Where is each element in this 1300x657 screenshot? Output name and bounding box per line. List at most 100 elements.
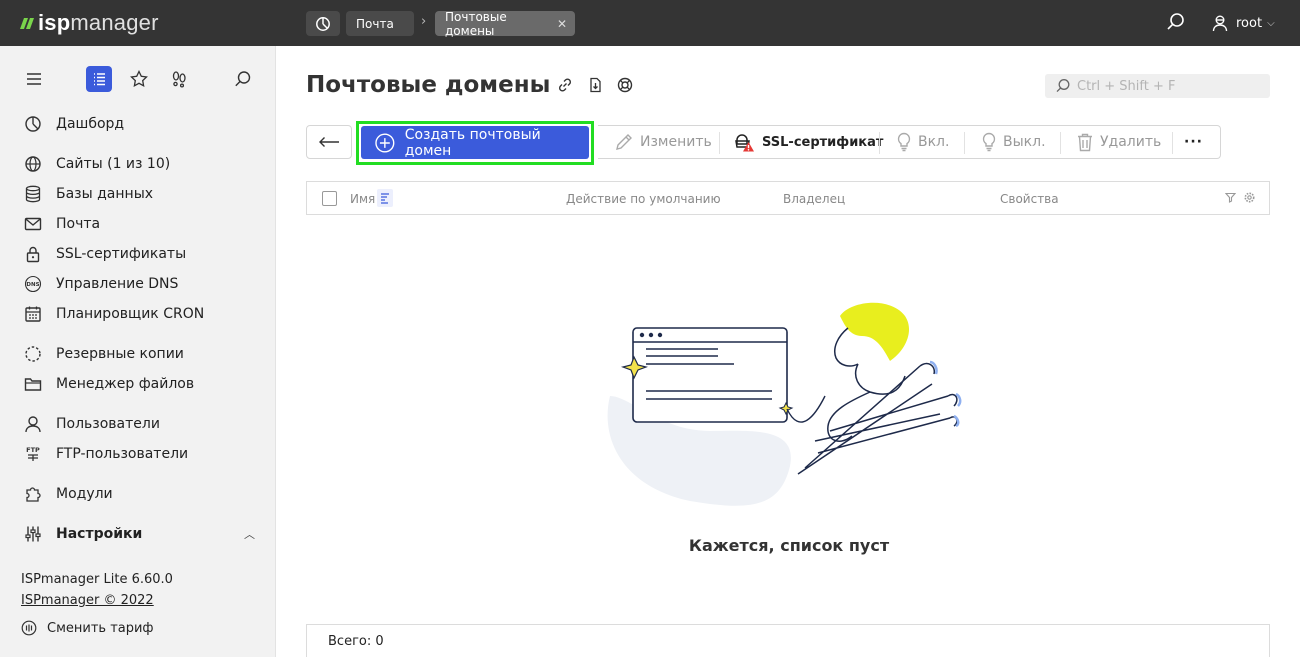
gear-icon[interactable] <box>1244 192 1255 203</box>
sidebar-item-ssl[interactable]: SSL-сертификаты <box>24 243 186 265</box>
filter-icon[interactable] <box>1225 192 1236 203</box>
sidebar-item-databases[interactable]: Базы данных <box>24 183 153 205</box>
enable-button[interactable]: Вкл. <box>896 126 949 158</box>
sidebar-item-label: Модули <box>56 486 113 502</box>
change-tariff-link[interactable]: Сменить тариф <box>21 620 154 636</box>
column-header-name[interactable]: Имя <box>350 192 375 206</box>
sidebar-toolbar <box>0 66 276 92</box>
sidebar-item-file-manager[interactable]: Менеджер файлов <box>24 373 194 395</box>
sidebar-item-label: FTP-пользователи <box>56 446 189 462</box>
disable-button-label: Выкл. <box>1003 134 1046 150</box>
database-icon <box>24 185 42 203</box>
sidebar-item-dns[interactable]: DNS Управление DNS <box>24 273 178 295</box>
chevron-down-icon: ⌵ <box>1267 17 1275 29</box>
create-button-label: Создать почтовый домен <box>404 126 541 159</box>
user-name: root <box>1236 15 1263 31</box>
user-icon <box>1212 15 1228 32</box>
version-text: ISPmanager Lite 6.60.0 <box>21 572 173 587</box>
ftp-icon: FTP <box>24 445 42 463</box>
logo[interactable]: ispmanager <box>19 10 159 36</box>
mail-icon <box>24 215 42 233</box>
ssl-certificate-button[interactable]: SSL-сертификат <box>734 126 883 158</box>
more-actions-button[interactable]: ··· <box>1184 126 1203 158</box>
lock-icon <box>24 245 42 263</box>
globe-icon <box>24 155 42 173</box>
filter-input[interactable] <box>1077 78 1257 94</box>
sidebar-item-users[interactable]: Пользователи <box>24 413 160 435</box>
calendar-icon <box>24 305 42 323</box>
footprints-icon[interactable] <box>166 66 192 92</box>
toolbar-divider <box>879 132 880 154</box>
column-header-properties[interactable]: Свойства <box>1000 192 1059 206</box>
star-icon[interactable] <box>126 66 152 92</box>
search-icon <box>1056 79 1070 93</box>
table-footer-total: Всего: 0 <box>306 624 1270 657</box>
ssl-certificate-button-label: SSL-сертификат <box>762 134 884 150</box>
export-icon[interactable] <box>586 76 604 94</box>
sidebar-item-label: SSL-сертификаты <box>56 246 187 262</box>
table-header: Имя Действие по умолчанию Владелец Свойс… <box>306 181 1270 215</box>
edit-button[interactable]: Изменить <box>614 126 712 158</box>
dns-icon: DNS <box>24 275 42 293</box>
user-icon <box>24 415 42 433</box>
search-icon[interactable] <box>230 66 256 92</box>
sidebar-item-dashboard[interactable]: Дашборд <box>24 113 124 135</box>
sidebar-item-modules[interactable]: Модули <box>24 483 113 505</box>
sidebar: Дашборд Сайты (1 из 10) Базы данных Почт… <box>0 46 276 657</box>
sidebar-item-label: Почта <box>56 216 101 232</box>
close-icon[interactable]: ✕ <box>557 17 567 31</box>
sidebar-item-cron[interactable]: Планировщик CRON <box>24 303 204 325</box>
enable-button-label: Вкл. <box>918 134 950 150</box>
page-title: Почтовые домены <box>306 72 551 98</box>
logo-mark-icon <box>19 17 35 29</box>
filter-search[interactable] <box>1045 74 1270 98</box>
create-mail-domain-button[interactable]: Создать почтовый домен <box>361 126 589 159</box>
back-button[interactable] <box>306 125 352 159</box>
title-actions <box>556 76 634 94</box>
sidebar-item-label: Резервные копии <box>56 346 184 362</box>
disable-button[interactable]: Выкл. <box>981 126 1046 158</box>
list-icon[interactable] <box>86 66 112 92</box>
delete-button[interactable]: Удалить <box>1076 126 1161 158</box>
sort-icon[interactable] <box>377 189 393 207</box>
sidebar-item-label: Менеджер файлов <box>56 376 195 392</box>
empty-list-illustration <box>607 302 962 506</box>
sidebar-item-label: Базы данных <box>56 186 154 202</box>
sidebar-item-label: Дашборд <box>56 116 125 132</box>
pencil-icon <box>616 134 632 150</box>
lightbulb-on-icon <box>897 132 911 152</box>
sidebar-item-backups[interactable]: Резервные копии <box>24 343 184 365</box>
sidebar-item-label: Сайты (1 из 10) <box>56 156 171 172</box>
empty-list-message: Кажется, список пуст <box>688 536 890 555</box>
puzzle-icon <box>24 485 42 503</box>
folder-icon <box>24 375 42 393</box>
breadcrumb-separator: › <box>421 14 427 29</box>
search-icon[interactable] <box>1166 12 1188 34</box>
toolbar-divider <box>1172 132 1173 154</box>
column-header-owner[interactable]: Владелец <box>783 192 845 206</box>
toolbar-divider <box>964 132 965 154</box>
sidebar-item-ftp-users[interactable]: FTP FTP-пользователи <box>24 443 188 465</box>
sidebar-item-sites[interactable]: Сайты (1 из 10) <box>24 153 170 175</box>
backup-icon <box>24 345 42 363</box>
link-icon[interactable] <box>556 76 574 94</box>
user-menu[interactable]: root ⌵ <box>1212 12 1275 34</box>
edit-button-label: Изменить <box>640 134 712 150</box>
change-tariff-label: Сменить тариф <box>47 620 154 636</box>
toolbar-divider <box>1060 132 1061 154</box>
sidebar-item-mail[interactable]: Почта <box>24 213 100 235</box>
menu-icon[interactable] <box>21 66 47 92</box>
help-lifebuoy-icon[interactable] <box>616 76 634 94</box>
top-bar: ispmanager Почта › Почтовые домены ✕ roo… <box>0 0 1300 46</box>
dashboard-icon <box>24 115 42 133</box>
select-all-checkbox[interactable] <box>322 191 337 206</box>
breadcrumb-mail[interactable]: Почта <box>346 11 414 36</box>
copyright-link[interactable]: ISPmanager © 2022 <box>21 593 154 608</box>
trash-icon <box>1078 133 1092 152</box>
column-header-default-action[interactable]: Действие по умолчанию <box>566 192 721 206</box>
logo-text-bold: isp <box>38 10 71 35</box>
breadcrumb-mail-domains[interactable]: Почтовые домены ✕ <box>435 10 575 38</box>
sidebar-item-label: Планировщик CRON <box>56 306 205 322</box>
breadcrumb-dashboard[interactable] <box>306 11 340 36</box>
svg-text:DNS: DNS <box>26 282 39 288</box>
